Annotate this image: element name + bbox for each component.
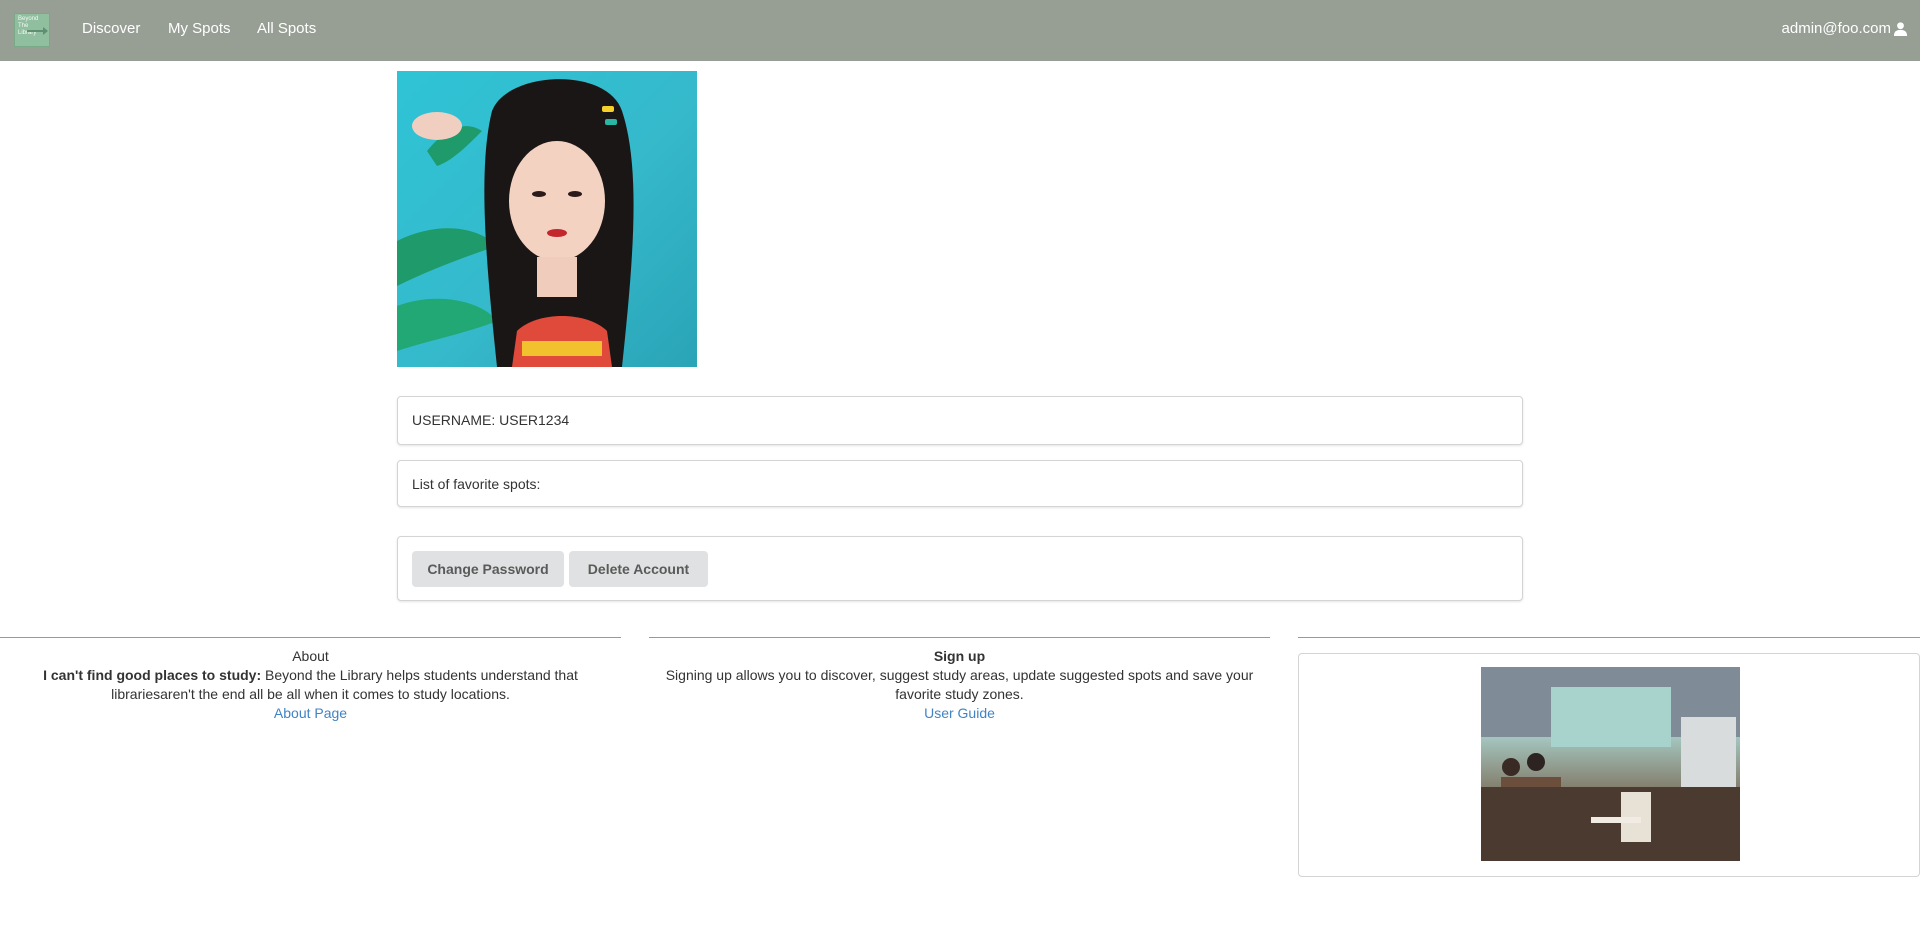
- profile-photo: [397, 71, 697, 367]
- footer-divider-about: [0, 637, 621, 638]
- nav-all-spots[interactable]: All Spots: [257, 20, 316, 37]
- user-email: admin@foo.com: [1781, 20, 1891, 37]
- nav-discover[interactable]: Discover: [82, 20, 140, 37]
- favorites-card: List of favorite spots:: [397, 460, 1523, 507]
- signup-heading: Sign up: [933, 648, 986, 664]
- footer-divider-image: [1298, 637, 1920, 638]
- change-password-button[interactable]: Change Password: [412, 551, 564, 587]
- account-actions-card: Change Password Delete Account: [397, 536, 1523, 601]
- footer-signup: Sign up Signing up allows you to discove…: [649, 647, 1270, 723]
- footer-image-card: [1298, 653, 1920, 877]
- about-heading: About: [292, 648, 329, 664]
- about-body: I can't find good places to study: Beyon…: [43, 667, 578, 702]
- username-card: USERNAME: USER1234: [397, 396, 1523, 445]
- username-text: USERNAME: USER1234: [412, 412, 570, 428]
- footer-divider-signup: [649, 637, 1270, 638]
- top-navbar: Beyond The Library Discover My Spots All S…: [0, 0, 1920, 61]
- footer-about: About I can't find good places to study:…: [0, 647, 621, 723]
- favorites-label: List of favorite spots:: [412, 476, 541, 492]
- cafe-image: [1481, 667, 1740, 861]
- user-menu[interactable]: admin@foo.com: [1782, 20, 1908, 37]
- delete-account-button[interactable]: Delete Account: [569, 551, 708, 587]
- site-logo[interactable]: Beyond The Library: [14, 13, 50, 47]
- about-page-link[interactable]: About Page: [0, 704, 621, 723]
- user-icon: [1893, 22, 1908, 36]
- nav-my-spots[interactable]: My Spots: [168, 20, 231, 37]
- user-guide-link[interactable]: User Guide: [649, 704, 1270, 723]
- signup-body: Signing up allows you to discover, sugge…: [665, 667, 1254, 702]
